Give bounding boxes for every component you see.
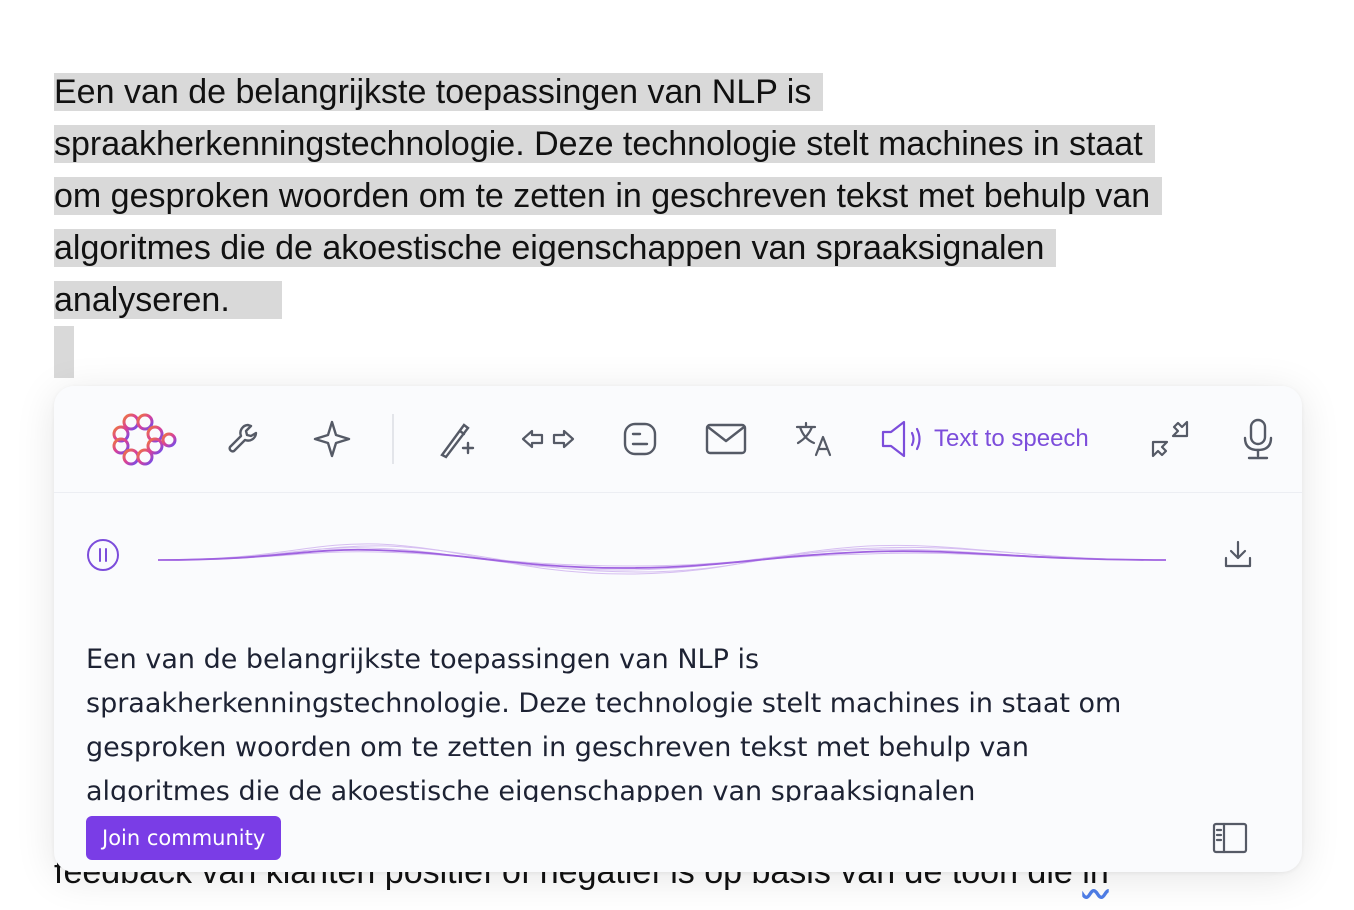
envelope-icon[interactable] xyxy=(704,414,748,464)
result-line: Een van de belangrijkste toepassingen va… xyxy=(86,644,760,675)
download-icon[interactable] xyxy=(1220,536,1256,572)
selected-text: algoritmes die de akoestische eigenschap… xyxy=(54,229,1057,267)
result-line: spraakherkenningstechnologie. Deze techn… xyxy=(86,688,1122,719)
result-line: gesproken woorden om te zetten in geschr… xyxy=(86,732,1029,763)
toolbar-divider xyxy=(392,414,394,464)
selected-text: spraakherkenningstechnologie. Deze techn… xyxy=(54,125,1155,163)
document-body[interactable]: Een van de belangrijkste toepassingen va… xyxy=(54,66,1304,326)
sparkle-icon[interactable] xyxy=(310,414,354,464)
selected-text: om gesproken woorden om te zetten in ges… xyxy=(54,177,1163,215)
assistant-toolbar: Text to speech xyxy=(54,386,1302,493)
selected-text: Een van de belangrijkste toepassingen va… xyxy=(54,73,824,111)
join-community-button[interactable]: Join community xyxy=(86,816,282,860)
blogger-icon[interactable] xyxy=(620,414,660,464)
arrows-left-right-icon[interactable] xyxy=(520,414,576,464)
speaker-icon xyxy=(881,420,921,458)
selection-empty-line xyxy=(54,326,74,378)
text-to-speech-button[interactable]: Text to speech xyxy=(880,414,1106,464)
brain-logo-icon[interactable] xyxy=(106,413,182,466)
selection-tail xyxy=(241,281,283,319)
assistant-panel: Text to speech Een van de belangrijkste … xyxy=(54,386,1302,872)
sidebar-toggle-icon[interactable] xyxy=(1212,822,1248,854)
collapse-arrows-icon[interactable] xyxy=(1148,414,1192,464)
wrench-icon[interactable] xyxy=(222,414,266,464)
result-line: algoritmes die de akoestische eigenschap… xyxy=(86,776,976,802)
doc-line: spraakherkenningstechnologie. Deze techn… xyxy=(54,118,1304,170)
selected-text: analyseren. xyxy=(54,281,242,319)
result-text: Een van de belangrijkste toepassingen va… xyxy=(86,638,1256,802)
text-to-speech-label: Text to speech xyxy=(934,425,1089,452)
audio-player xyxy=(54,516,1302,592)
audio-waveform[interactable] xyxy=(158,530,1166,590)
doc-line: om gesproken woorden om te zetten in ges… xyxy=(54,170,1304,222)
pause-icon[interactable] xyxy=(86,538,120,572)
doc-line: analyseren. xyxy=(54,274,1304,326)
doc-line: Een van de belangrijkste toepassingen va… xyxy=(54,66,1304,118)
translate-icon[interactable] xyxy=(792,414,836,464)
microphone-icon[interactable] xyxy=(1238,414,1278,464)
doc-line: algoritmes die de akoestische eigenschap… xyxy=(54,222,1304,274)
magic-wand-icon[interactable] xyxy=(434,414,478,464)
